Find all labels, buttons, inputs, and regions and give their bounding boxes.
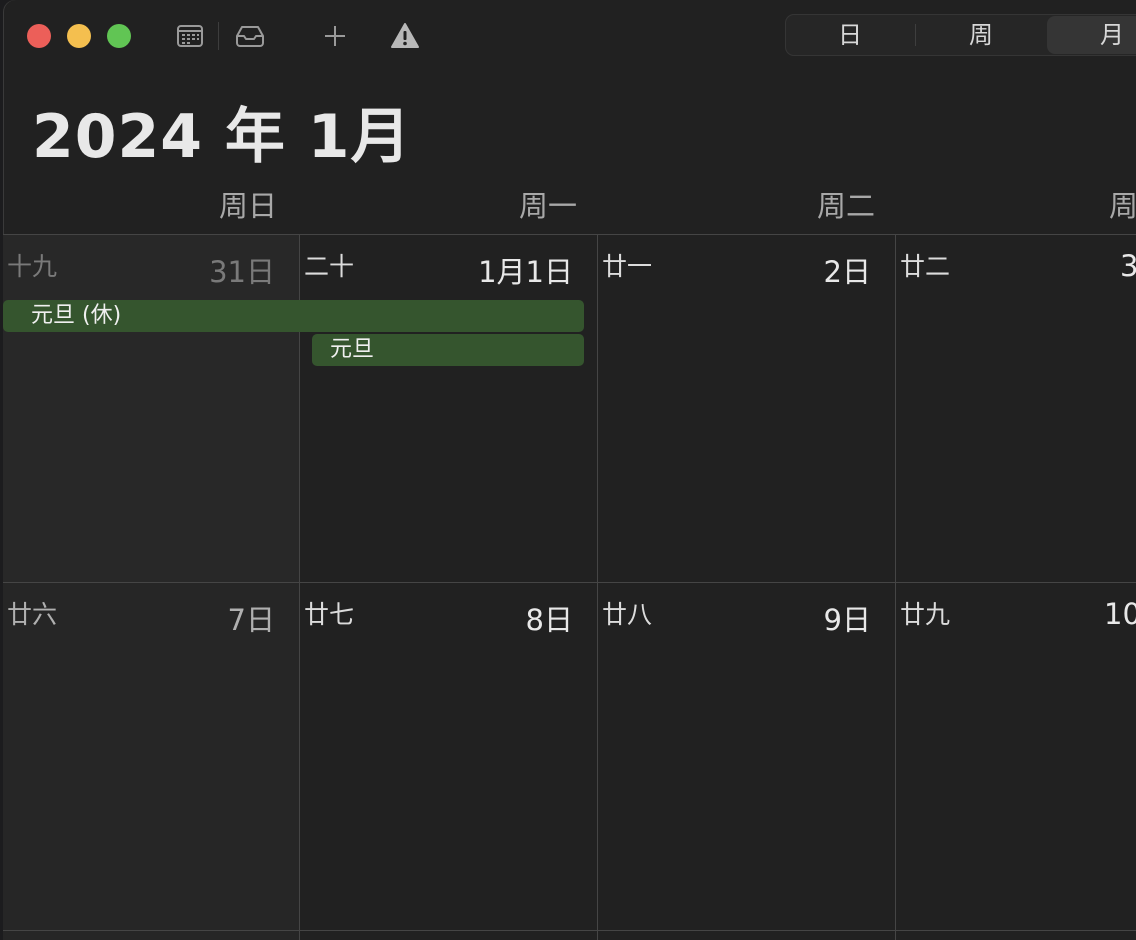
plus-icon[interactable] <box>319 20 351 52</box>
calendar-window: 日 周 月 2024 年 1月 周日 周一 周二 周 十九 31日 二十 1月1… <box>3 0 1136 940</box>
day-cell[interactable] <box>896 931 1136 940</box>
day-number: 1月1日 <box>478 255 573 289</box>
event-new-year-holiday[interactable]: 元旦 (休) <box>3 300 584 332</box>
weekday-header: 周日 <box>218 189 277 223</box>
weekday-header: 周二 <box>816 189 875 223</box>
lunar-date: 廿九 <box>900 600 951 629</box>
calendar-list-icon[interactable] <box>174 20 206 52</box>
view-switcher: 日 周 月 <box>785 14 1136 56</box>
day-cell[interactable]: 廿八 9日 <box>598 583 896 931</box>
day-cell[interactable]: 廿七 8日 <box>300 583 598 931</box>
day-number: 31日 <box>209 255 275 289</box>
day-cell[interactable] <box>3 931 300 940</box>
inbox-icon[interactable] <box>234 20 266 52</box>
lunar-date: 二十 <box>304 252 355 281</box>
page-title: 2024 年 1月 <box>32 102 412 172</box>
lunar-date: 十九 <box>7 252 58 281</box>
day-cell[interactable]: 廿一 2日 <box>598 235 896 583</box>
day-cell[interactable] <box>300 931 598 940</box>
view-day-button[interactable]: 日 <box>785 14 915 56</box>
toolbar-separator <box>218 22 219 50</box>
day-number: 9日 <box>823 603 871 637</box>
lunar-date: 廿六 <box>7 600 58 629</box>
event-new-year[interactable]: 元旦 <box>312 334 584 366</box>
lunar-date: 廿八 <box>602 600 653 629</box>
day-cell[interactable]: 廿二 3 <box>896 235 1136 583</box>
day-cell[interactable]: 十九 31日 <box>3 235 300 583</box>
day-cell[interactable] <box>598 931 896 940</box>
toolbar: 日 周 月 <box>3 0 1136 72</box>
view-week-button[interactable]: 周 <box>916 14 1046 56</box>
close-button[interactable] <box>27 24 51 48</box>
zoom-button[interactable] <box>107 24 131 48</box>
warning-icon[interactable] <box>389 20 421 52</box>
view-month-button[interactable]: 月 <box>1047 16 1136 54</box>
day-cell[interactable]: 廿九 10 <box>896 583 1136 931</box>
lunar-date: 廿七 <box>304 600 355 629</box>
weekday-header: 周 <box>1109 189 1136 223</box>
lunar-date: 廿一 <box>602 252 653 281</box>
lunar-date: 廿二 <box>900 252 951 281</box>
day-number: 10 <box>1104 597 1136 631</box>
day-number: 3 <box>1120 249 1136 283</box>
weekday-header: 周一 <box>518 189 577 223</box>
day-cell[interactable]: 廿六 7日 <box>3 583 300 931</box>
day-number: 7日 <box>227 603 275 637</box>
day-cell[interactable]: 二十 1月1日 <box>300 235 598 583</box>
day-number: 8日 <box>525 603 573 637</box>
minimize-button[interactable] <box>67 24 91 48</box>
day-number: 2日 <box>823 255 871 289</box>
month-grid: 十九 31日 二十 1月1日 廿一 2日 廿二 3 廿六 7日 廿七 8日 廿八… <box>3 234 1136 940</box>
